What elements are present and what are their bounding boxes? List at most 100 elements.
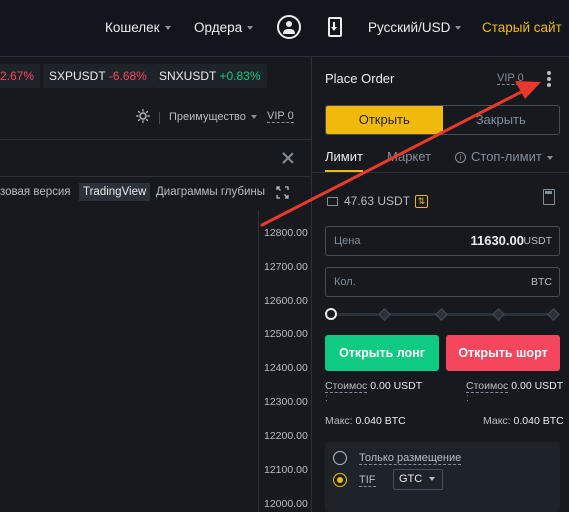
active-tab-indicator (325, 170, 363, 172)
calculator-icon[interactable] (543, 189, 555, 205)
tab-tradingview[interactable]: TradingView (79, 183, 151, 201)
cost-label: Стоимос (466, 380, 509, 393)
ticker-symbol: SXPUSDT (49, 69, 106, 83)
cost-short: Стоимос 0.00 USDT (466, 380, 564, 393)
cost-label: Стоимос (325, 380, 368, 393)
price-tick: 12400.00 (264, 362, 308, 374)
post-only-label: Только размещение (359, 452, 462, 465)
chart-view-tabs: зовая версия TradingView Диаграммы глуби… (0, 178, 311, 210)
tab-limit[interactable]: Лимит (325, 149, 363, 164)
order-type-tabs: Лимит Маркет i Стоп-лимит (312, 143, 569, 173)
wallet-menu[interactable]: Кошелек (105, 20, 171, 35)
price-tick: 12100.00 (264, 464, 308, 476)
max-label: Макс: (483, 415, 511, 427)
open-close-toggle: Открыть Закрыть (325, 105, 560, 135)
price-unit: USDT (523, 235, 552, 247)
tif-label: TIF (359, 474, 376, 487)
cost-colon: : (466, 393, 469, 404)
price-tick: 12000.00 (264, 498, 308, 510)
sun-icon[interactable] (136, 109, 150, 123)
ticker-change: -6.68% (108, 69, 147, 83)
vip-level[interactable]: VIP 0 (497, 72, 524, 85)
price-axis: 12800.00 12700.00 12600.00 12500.00 1240… (258, 210, 311, 512)
top-navigation: Кошелек Ордера Русский/USD Старый сайт (0, 0, 569, 57)
chart-toolbar: Преимущество VIP 0 (0, 96, 311, 140)
caret-down-icon (164, 26, 171, 31)
cost-long: Стоимос 0.00 USDT (325, 380, 423, 393)
balance-value: 47.63 USDT (344, 194, 411, 208)
ticker-item[interactable]: 2.67% (0, 64, 41, 88)
tif-radio[interactable] (333, 473, 347, 487)
price-value: 11630.00 (470, 233, 524, 248)
price-tick: 12600.00 (264, 295, 308, 307)
slider-step[interactable] (435, 308, 448, 321)
open-short-button[interactable]: Открыть шорт (446, 335, 560, 371)
ticker-change: +0.83% (219, 69, 261, 83)
close-icon[interactable] (282, 152, 294, 164)
max-short: Макс: 0.040 BTC (483, 415, 564, 427)
stop-limit-label: Стоп-лимит (471, 149, 542, 164)
cost-value: 0.00 USDT (511, 380, 564, 392)
chart-panel-header (0, 141, 311, 177)
language-currency-menu[interactable]: Русский/USD (368, 20, 462, 35)
transfer-icon[interactable]: ⇅ (415, 195, 429, 209)
close-tab-button[interactable]: Закрыть (443, 106, 560, 134)
wallet-menu-label: Кошелек (105, 20, 160, 35)
max-value: 0.040 BTC (355, 415, 406, 427)
price-chart[interactable] (0, 210, 258, 512)
ticker-change: 2.67% (0, 69, 35, 83)
language-currency-label: Русский/USD (368, 20, 451, 35)
avatar-icon[interactable] (277, 15, 301, 39)
tab-depth-chart[interactable]: Диаграммы глубины (156, 186, 265, 198)
available-balance: 47.63 USDT ⇅ (327, 194, 429, 209)
ticker-item[interactable]: SNXUSDT +0.83% (153, 64, 267, 88)
price-tick: 12700.00 (264, 261, 308, 273)
caret-down-icon (429, 477, 436, 482)
quantity-label: Кол. (334, 276, 356, 288)
caret-down-icon (455, 26, 462, 31)
orders-menu-label: Ордера (194, 20, 243, 35)
max-long: Макс: 0.040 BTC (325, 415, 406, 427)
tab-market[interactable]: Маркет (387, 149, 431, 164)
caret-down-icon (250, 115, 257, 120)
divider (159, 112, 160, 124)
tab-stop-limit[interactable]: i Стоп-лимит (455, 149, 553, 164)
kebab-menu-icon[interactable] (547, 71, 551, 87)
tab-basic-version[interactable]: зовая версия (0, 186, 71, 198)
info-icon: i (455, 152, 466, 164)
slider-step[interactable] (492, 308, 505, 321)
price-tick: 12200.00 (264, 430, 308, 442)
advantage-menu[interactable]: Преимущество (169, 111, 257, 123)
order-panel-title: Place Order (325, 71, 395, 86)
post-only-radio[interactable] (333, 451, 347, 465)
wallet-icon (327, 197, 338, 207)
open-tab-button[interactable]: Открыть (326, 106, 443, 134)
quantity-field[interactable]: Кол. BTC (325, 267, 560, 297)
price-tick: 12300.00 (264, 396, 308, 408)
price-field[interactable]: Цена 11630.00 USDT (325, 226, 560, 256)
order-options: Только размещение TIF GTC (325, 442, 560, 512)
caret-down-icon (247, 26, 254, 31)
expand-icon[interactable] (276, 186, 289, 199)
open-long-button[interactable]: Открыть лонг (325, 335, 439, 371)
old-site-link[interactable]: Старый сайт (482, 20, 562, 35)
order-panel: Place Order VIP 0 Открыть Закрыть Лимит … (312, 57, 569, 512)
download-icon[interactable] (328, 17, 342, 37)
cost-colon: : (325, 393, 328, 404)
advantage-label: Преимущество (169, 111, 246, 123)
vip-level[interactable]: VIP 0 (267, 110, 294, 123)
max-label: Макс: (325, 415, 353, 427)
max-value: 0.040 BTC (513, 415, 564, 427)
slider-handle[interactable] (325, 308, 337, 320)
orders-menu[interactable]: Ордера (194, 20, 254, 35)
price-tick: 12800.00 (264, 227, 308, 239)
amount-slider[interactable] (325, 307, 560, 321)
caret-down-icon (546, 155, 553, 160)
slider-step[interactable] (547, 308, 560, 321)
cost-value: 0.00 USDT (370, 380, 423, 392)
ticker-item[interactable]: SXPUSDT -6.68% (43, 64, 153, 88)
tif-select[interactable]: GTC (393, 469, 443, 490)
price-label: Цена (334, 235, 361, 247)
tif-value: GTC (399, 473, 423, 485)
slider-step[interactable] (378, 308, 391, 321)
